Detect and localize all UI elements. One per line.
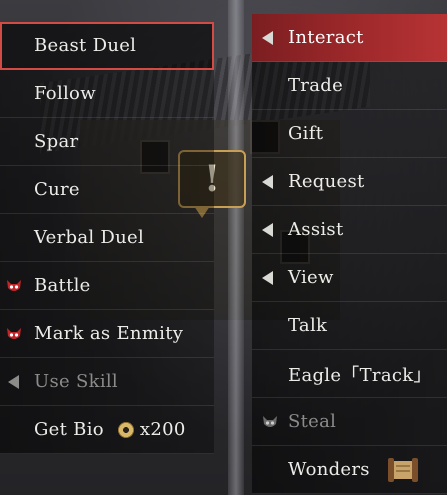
menu-item-cure[interactable]: Cure (0, 166, 214, 214)
menu-item-verbal-duel[interactable]: Verbal Duel (0, 214, 214, 262)
menu-item-label: Request (288, 171, 365, 192)
menu-item-label: Gift (288, 123, 324, 144)
demon-mask-icon (7, 327, 21, 339)
menu-item-spar[interactable]: Spar (0, 118, 214, 166)
menu-item-request[interactable]: Request (252, 158, 447, 206)
menu-item-mark-as-enmity[interactable]: Mark as Enmity (0, 310, 214, 358)
demon-mask-icon (263, 415, 277, 427)
submenu-arrow-icon (262, 270, 273, 285)
menu-item-label: Verbal Duel (34, 227, 145, 248)
menu-item-label: Cure (34, 179, 80, 200)
demon-mask-icon (7, 279, 21, 291)
menu-item-label: Battle (34, 275, 91, 296)
menu-item-label: Beast Duel (34, 35, 137, 56)
menu-item-label: Spar (34, 131, 79, 152)
menu-item-battle[interactable]: Battle (0, 262, 214, 310)
menu-item-interact[interactable]: Interact (252, 14, 447, 62)
menu-item-label: Interact (288, 27, 364, 48)
menu-item-label: Trade (288, 75, 344, 96)
menu-item-view[interactable]: View (252, 254, 447, 302)
menu-item-label: Steal (288, 411, 337, 432)
menu-item-wonders[interactable]: Wonders (252, 446, 447, 494)
light-pillar (228, 0, 244, 495)
coin-icon (117, 421, 134, 438)
submenu-arrow-icon (262, 222, 273, 237)
menu-item-label: Talk (288, 315, 328, 336)
menu-item-label: Get Bio (34, 419, 104, 440)
submenu-arrow-icon (262, 30, 273, 45)
menu-item-label: Wonders (288, 459, 370, 480)
menu-item-beast-duel[interactable]: Beast Duel (0, 22, 214, 70)
menu-item-talk[interactable]: Talk (252, 302, 447, 350)
menu-item-label: Use Skill (34, 371, 118, 392)
menu-item-label: Assist (288, 219, 344, 240)
menu-item-trade[interactable]: Trade (252, 62, 447, 110)
right-action-menu: Interact Trade Gift Request Assist View … (252, 14, 447, 494)
menu-item-use-skill[interactable]: Use Skill (0, 358, 214, 406)
menu-item-get-bio[interactable]: Get Bio x200 (0, 406, 214, 454)
left-action-menu: Beast Duel Follow Spar Cure Verbal Duel … (0, 22, 214, 454)
menu-item-follow[interactable]: Follow (0, 70, 214, 118)
get-bio-cost: x200 (139, 419, 186, 440)
submenu-arrow-icon (262, 174, 273, 189)
menu-item-steal[interactable]: Steal (252, 398, 447, 446)
menu-item-eagle-track[interactable]: Eagle「Track」 (252, 350, 447, 398)
menu-item-label: Follow (34, 83, 96, 104)
submenu-arrow-icon (8, 374, 19, 389)
menu-item-gift[interactable]: Gift (252, 110, 447, 158)
menu-item-label: Eagle「Track」 (288, 364, 432, 386)
menu-item-label: View (288, 267, 334, 288)
scroll-icon (387, 457, 418, 482)
menu-item-assist[interactable]: Assist (252, 206, 447, 254)
menu-item-label: Mark as Enmity (34, 323, 184, 344)
